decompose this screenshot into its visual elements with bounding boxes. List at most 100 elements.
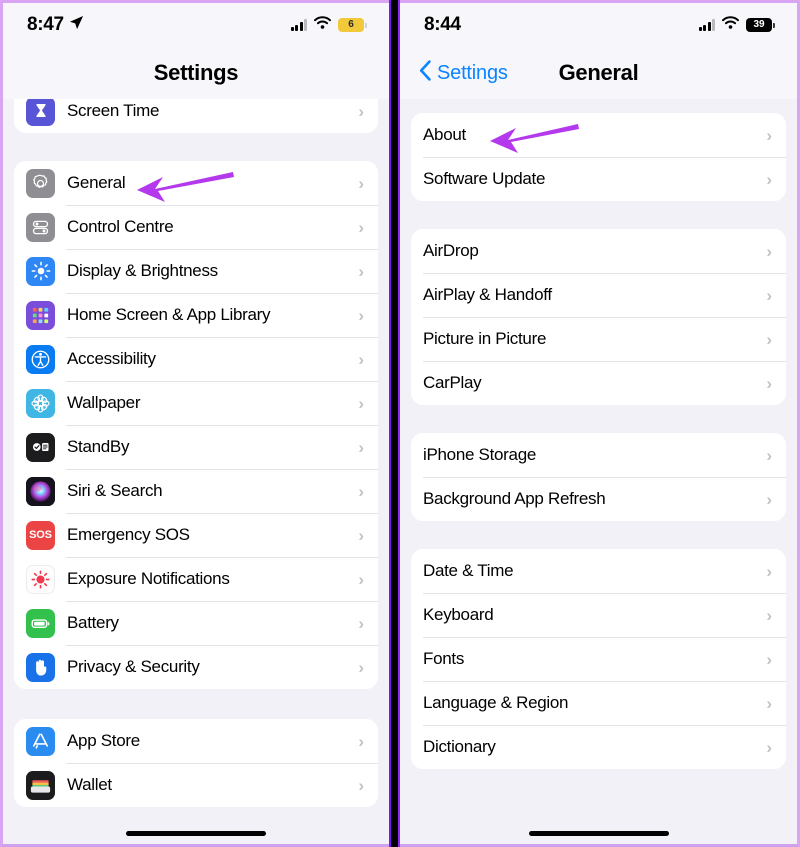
app-store-icon [26, 726, 55, 756]
list-item-picture-in-picture[interactable]: Picture in Picture › [411, 317, 786, 361]
sidebar-item-battery[interactable]: Battery › [14, 601, 378, 645]
chevron-right-icon: › [358, 731, 364, 751]
siri-icon [26, 476, 55, 506]
sidebar-item-screen-time[interactable]: Screen Time › [14, 99, 378, 133]
sidebar-item-display-brightness[interactable]: Display & Brightness › [14, 249, 378, 293]
row-label: AirPlay & Handoff [423, 285, 552, 304]
row-label: Wallet [67, 775, 112, 794]
sidebar-item-general[interactable]: General › [14, 161, 378, 205]
left-settings-list[interactable]: Screen Time › General › Control Centre ›… [3, 99, 389, 844]
row-label: Wallpaper [67, 393, 141, 412]
general-group-storage: iPhone Storage › Background App Refresh … [411, 433, 786, 521]
wifi-icon [722, 16, 739, 34]
settings-group-store: App Store › Wallet › [14, 719, 378, 807]
cellular-bars-icon [698, 19, 715, 31]
status-time: 8:47 [27, 14, 64, 35]
left-status-bar: 8:47 6 [3, 3, 389, 47]
chevron-right-icon: › [766, 693, 772, 713]
settings-group-screentime: Screen Time › [14, 99, 378, 133]
wallpaper-icon [26, 388, 55, 418]
right-nav-bar: Settings General [400, 47, 797, 99]
chevron-right-icon: › [358, 525, 364, 545]
list-item-date-time[interactable]: Date & Time › [411, 549, 786, 593]
emergency-sos-icon: SOS [26, 520, 55, 550]
row-label: Emergency SOS [67, 525, 190, 544]
chevron-right-icon: › [358, 657, 364, 677]
list-item-carplay[interactable]: CarPlay › [411, 361, 786, 405]
row-label: Language & Region [423, 693, 569, 712]
chevron-right-icon: › [766, 241, 772, 261]
home-bar [126, 831, 266, 836]
general-group-localization: Date & Time › Keyboard › Fonts › Languag… [411, 549, 786, 769]
sidebar-item-home-screen[interactable]: Home Screen & App Library › [14, 293, 378, 337]
comparison-screenshot: 8:47 6 Settings Screen Time › General › … [0, 0, 800, 847]
list-item-iphone-storage[interactable]: iPhone Storage › [411, 433, 786, 477]
right-status-bar: 8:44 39 [400, 3, 797, 47]
home-indicator [400, 831, 797, 836]
home-screen-icon [26, 300, 55, 330]
wifi-icon [314, 16, 331, 34]
chevron-right-icon: › [358, 101, 364, 121]
chevron-right-icon: › [358, 569, 364, 589]
list-item-software-update[interactable]: Software Update › [411, 157, 786, 201]
list-item-airplay-handoff[interactable]: AirPlay & Handoff › [411, 273, 786, 317]
sidebar-item-siri-search[interactable]: Siri & Search › [14, 469, 378, 513]
standby-icon [26, 432, 55, 462]
chevron-right-icon: › [358, 393, 364, 413]
row-label: Control Centre [67, 217, 174, 236]
general-group-connectivity: AirDrop › AirPlay & Handoff › Picture in… [411, 229, 786, 405]
control-centre-icon [26, 212, 55, 242]
list-item-dictionary[interactable]: Dictionary › [411, 725, 786, 769]
chevron-right-icon: › [766, 445, 772, 465]
list-item-background-app-refresh[interactable]: Background App Refresh › [411, 477, 786, 521]
chevron-right-icon: › [766, 605, 772, 625]
panel-divider [389, 0, 400, 847]
battery-icon: 6 [338, 18, 367, 32]
chevron-right-icon: › [358, 349, 364, 369]
battery-level: 39 [753, 19, 765, 30]
sidebar-item-control-centre[interactable]: Control Centre › [14, 205, 378, 249]
chevron-right-icon: › [766, 125, 772, 145]
row-label: Picture in Picture [423, 329, 547, 348]
row-label: Screen Time [67, 101, 160, 120]
sidebar-item-app-store[interactable]: App Store › [14, 719, 378, 763]
home-indicator [3, 831, 389, 836]
list-item-keyboard[interactable]: Keyboard › [411, 593, 786, 637]
page-title: Settings [153, 60, 239, 85]
chevron-right-icon: › [358, 775, 364, 795]
sidebar-item-standby[interactable]: StandBy › [14, 425, 378, 469]
chevron-right-icon: › [766, 561, 772, 581]
screen-time-icon [26, 99, 55, 126]
sidebar-item-privacy-security[interactable]: Privacy & Security › [14, 645, 378, 689]
general-group-about: About › Software Update › [411, 113, 786, 201]
row-label: Background App Refresh [423, 489, 606, 508]
row-label: Fonts [423, 649, 465, 668]
row-label: About [423, 125, 466, 144]
battery-icon: 39 [746, 18, 775, 32]
chevron-right-icon: › [766, 329, 772, 349]
sidebar-item-exposure-notifications[interactable]: Exposure Notifications › [14, 557, 378, 601]
list-item-airdrop[interactable]: AirDrop › [411, 229, 786, 273]
sidebar-item-wallpaper[interactable]: Wallpaper › [14, 381, 378, 425]
sidebar-item-wallet[interactable]: Wallet › [14, 763, 378, 807]
left-status-indicators: 6 [290, 16, 367, 34]
row-label: Siri & Search [67, 481, 163, 500]
right-status-time-group: 8:44 [424, 14, 461, 36]
page-title: General [558, 60, 639, 85]
row-label: iPhone Storage [423, 445, 536, 464]
sidebar-item-accessibility[interactable]: Accessibility › [14, 337, 378, 381]
list-item-about[interactable]: About › [411, 113, 786, 157]
battery-settings-icon [26, 608, 55, 638]
chevron-right-icon: › [766, 489, 772, 509]
chevron-right-icon: › [358, 173, 364, 193]
list-item-language-region[interactable]: Language & Region › [411, 681, 786, 725]
sidebar-item-emergency-sos[interactable]: SOS Emergency SOS › [14, 513, 378, 557]
chevron-right-icon: › [358, 481, 364, 501]
cellular-bars-icon [290, 19, 307, 31]
list-item-fonts[interactable]: Fonts › [411, 637, 786, 681]
settings-group-main: General › Control Centre › Display & Bri… [14, 161, 378, 689]
row-label: Battery [67, 613, 119, 632]
right-settings-list[interactable]: About › Software Update › AirDrop › AirP… [400, 99, 797, 844]
chevron-right-icon: › [358, 305, 364, 325]
chevron-right-icon: › [766, 169, 772, 189]
